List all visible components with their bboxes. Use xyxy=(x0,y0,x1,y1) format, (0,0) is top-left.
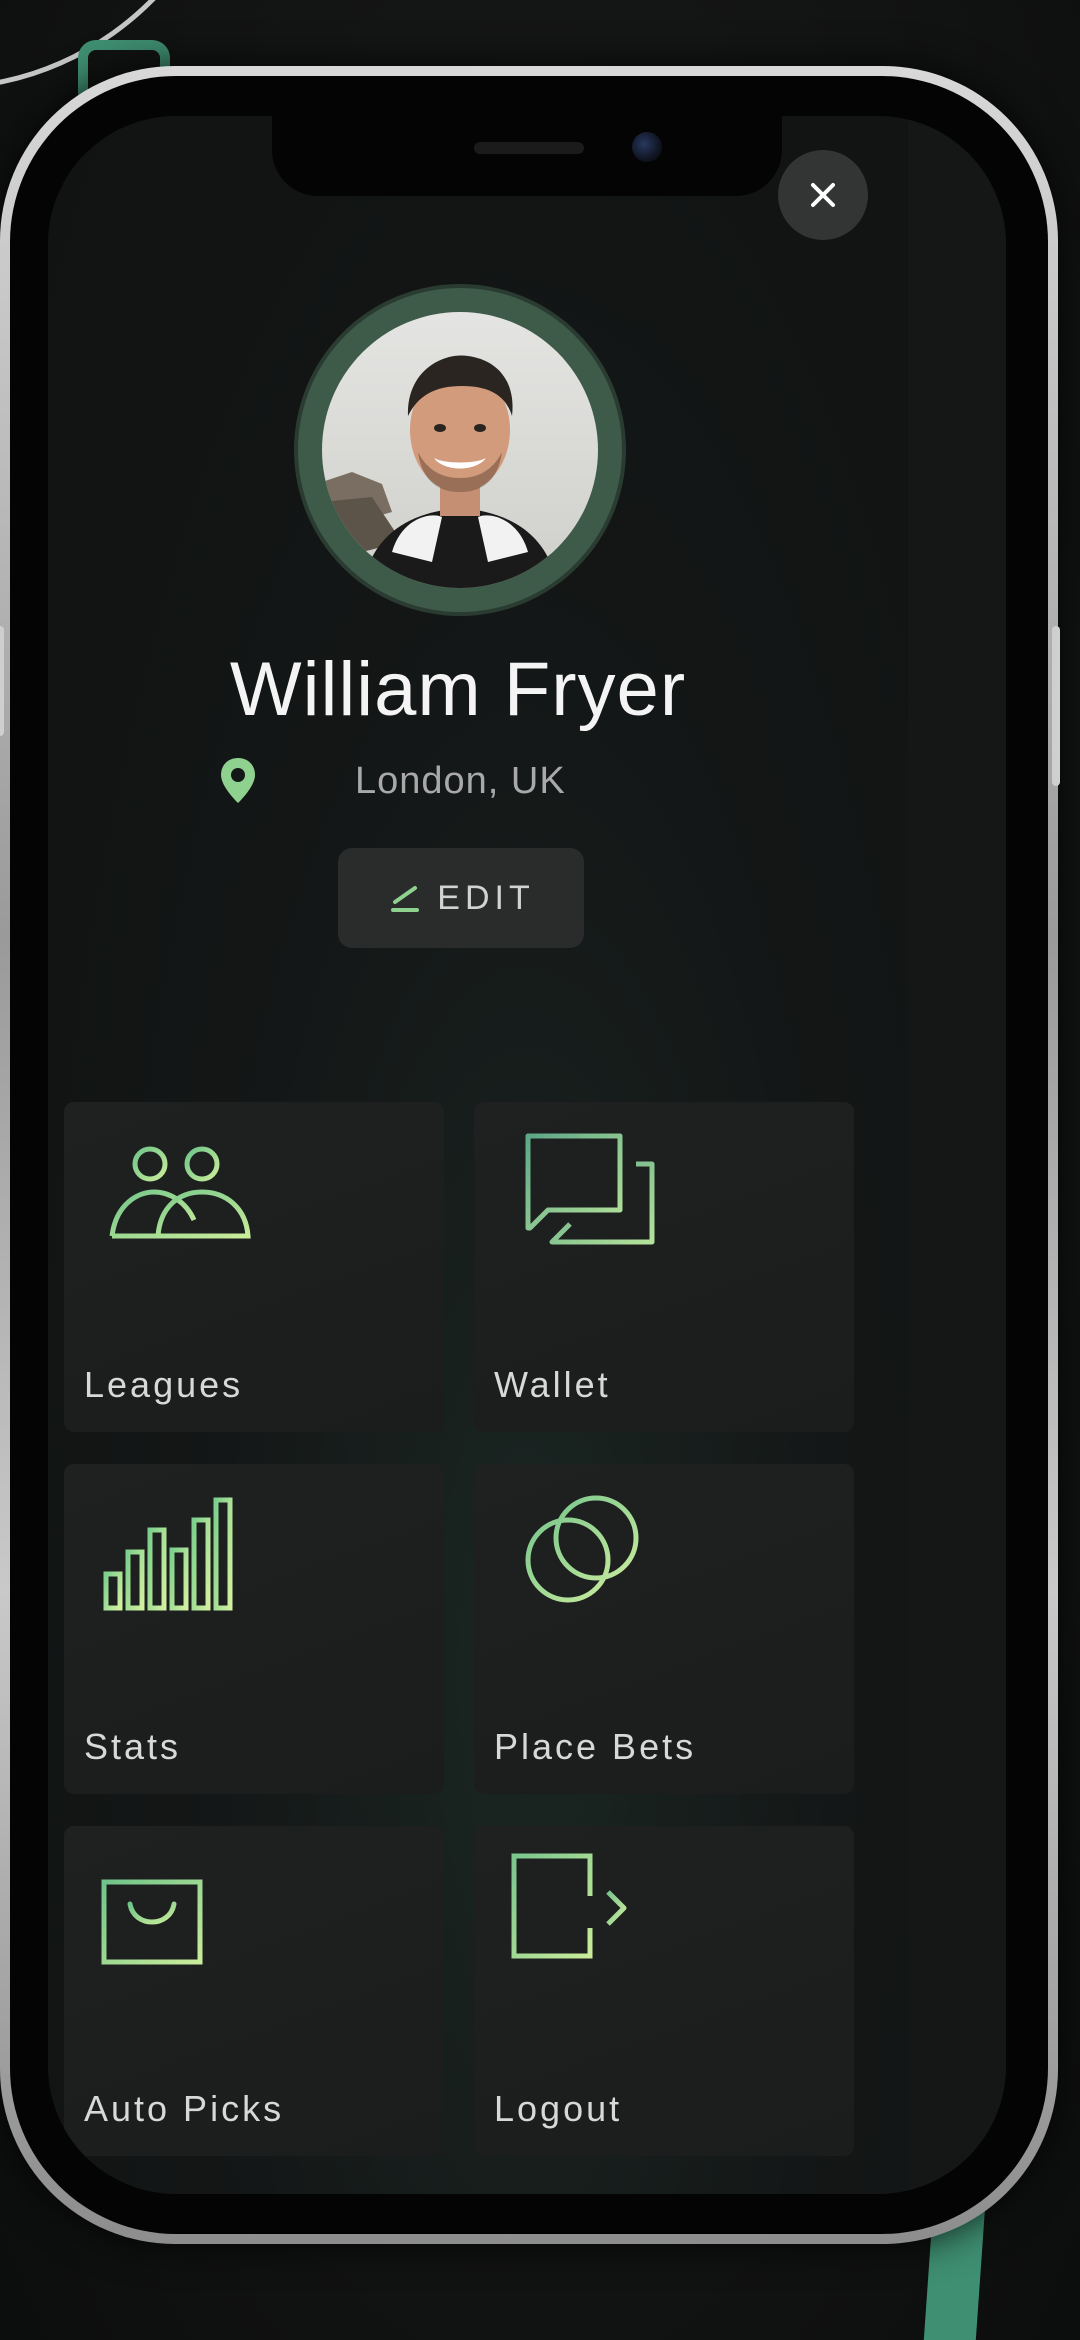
menu-label-leagues: Leagues xyxy=(84,1364,244,1405)
location-pin-icon xyxy=(221,758,255,803)
menu-tile-leagues[interactable]: Leagues xyxy=(64,1102,444,1432)
app-promo-stage: William Fryer London, UK EDIT Leagues Wa… xyxy=(0,0,1080,2340)
logout-icon xyxy=(511,1853,627,1959)
menu-label-stats: Stats xyxy=(84,1726,182,1767)
front-camera xyxy=(632,132,662,162)
menu-tile-auto-picks[interactable]: Auto Picks xyxy=(64,1826,444,2156)
power-button xyxy=(1052,626,1060,786)
notch xyxy=(272,116,782,196)
menu-tile-wallet[interactable]: Wallet xyxy=(474,1102,854,1432)
edit-label: EDIT xyxy=(437,878,535,917)
bar-chart-icon xyxy=(103,1497,233,1611)
chat-bubbles-icon xyxy=(525,1133,655,1245)
location-row: London, UK xyxy=(218,752,718,812)
screen-edge xyxy=(908,116,1006,2194)
profile-screen: William Fryer London, UK EDIT Leagues Wa… xyxy=(48,116,1006,2194)
speaker xyxy=(474,142,584,154)
edit-icon xyxy=(391,886,420,912)
volume-button xyxy=(0,626,4,736)
shopping-bag-icon xyxy=(101,1879,203,1965)
rings-icon xyxy=(525,1495,639,1603)
menu-grid: Leagues Wallet Stats Place Bets Auto Pic… xyxy=(64,1102,854,2156)
menu-tile-stats[interactable]: Stats xyxy=(64,1464,444,1794)
users-icon xyxy=(109,1146,251,1239)
profile-name: William Fryer xyxy=(229,647,687,732)
menu-tile-logout[interactable]: Logout xyxy=(474,1826,854,2156)
menu-tile-place-bets[interactable]: Place Bets xyxy=(474,1464,854,1794)
avatar[interactable] xyxy=(322,312,598,588)
location-text: London, UK xyxy=(355,760,566,802)
avatar-ring xyxy=(298,288,622,612)
menu-label-logout: Logout xyxy=(494,2088,623,2129)
avatar-photo xyxy=(322,312,598,588)
menu-label-place-bets: Place Bets xyxy=(494,1726,697,1767)
close-button[interactable] xyxy=(778,150,868,240)
close-icon xyxy=(811,183,835,207)
menu-label-wallet: Wallet xyxy=(494,1364,611,1405)
edit-profile-button[interactable]: EDIT xyxy=(338,848,584,948)
menu-label-auto-picks: Auto Picks xyxy=(84,2088,285,2129)
